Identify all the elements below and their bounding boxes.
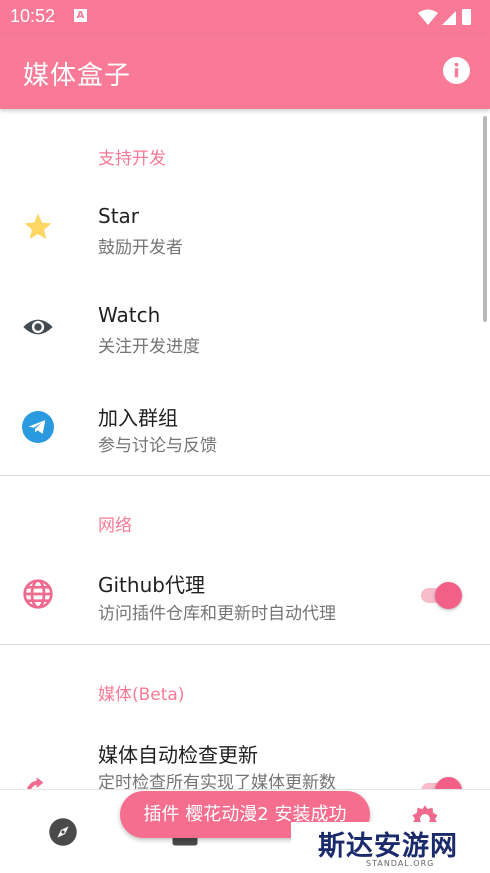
star-icon [24,213,52,239]
auto-update-toggle[interactable] [419,776,463,789]
section-title-media: 媒体(Beta) [98,685,185,705]
list-item-auto-update[interactable]: 媒体自动检查更新 定时检查所有实现了媒体更新数 [0,716,490,789]
divider [0,475,490,476]
refresh-icon [27,777,44,789]
star-title: Star [98,204,140,228]
list-item-watch[interactable]: Watch 关注开发进度 [0,279,490,375]
watch-subtitle: 关注开发进度 [98,337,200,357]
app-bar: 媒体盒子 [0,34,490,109]
system-status-icons [418,9,471,25]
toggle-thumb [435,777,462,789]
proxy-toggle[interactable] [419,581,463,609]
watermark-subtext: STANDAL.ORG [366,859,435,868]
watermark-logo: 斯达安游网 STANDAL.ORG [291,822,461,872]
scrollbar[interactable] [483,116,487,322]
group-title: 加入群组 [98,406,178,430]
compass-icon[interactable] [48,817,78,847]
toggle-thumb [435,582,462,609]
group-subtitle: 参与讨论与反馈 [98,436,217,456]
proxy-title: Github代理 [98,573,205,597]
list-item-group[interactable]: 加入群组 参与讨论与反馈 [0,377,490,473]
settings-list[interactable]: 支持开发 Star 鼓励开发者 Watch 关注开发进度 加入群组 参与讨论与反… [0,109,490,789]
section-title-support: 支持开发 [98,149,166,169]
proxy-subtitle: 访问插件仓库和更新时自动代理 [98,604,336,624]
divider [0,644,490,645]
section-title-network: 网络 [98,516,132,536]
app-title: 媒体盒子 [23,61,132,91]
star-subtitle: 鼓励开发者 [98,238,183,258]
info-icon[interactable] [443,57,470,84]
status-time: 10:52 [10,6,56,26]
watermark-text: 斯达安游网 [318,831,458,862]
eye-icon [23,319,53,335]
list-item-github-proxy[interactable]: Github代理 访问插件仓库和更新时自动代理 [0,547,490,643]
auto-update-subtitle: 定时检查所有实现了媒体更新数 [98,773,336,789]
globe-icon [23,579,53,609]
telegram-icon [22,411,54,443]
auto-update-title: 媒体自动检查更新 [98,743,258,767]
list-item-star[interactable]: Star 鼓励开发者 [0,179,490,275]
status-bar: 10:52 A [0,0,490,34]
notification-icon: A [74,9,87,22]
watch-title: Watch [98,303,161,327]
